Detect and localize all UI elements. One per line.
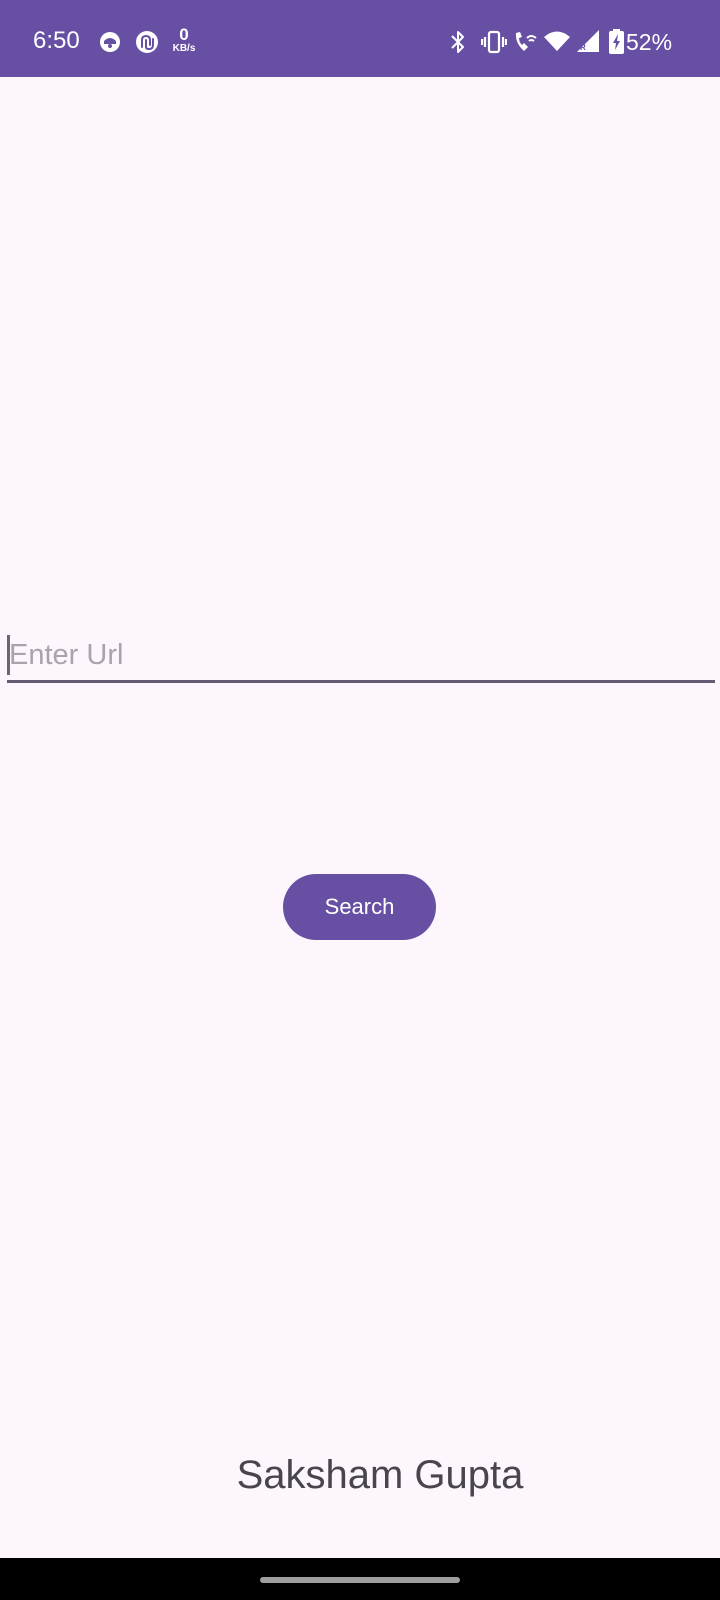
home-gesture-handle[interactable] [260, 1577, 460, 1583]
status-time: 6:50 [33, 27, 80, 54]
text-cursor [7, 635, 10, 675]
app-screen: 6:50 0 KB/s R 52% Enter Url Search Saksh… [0, 0, 720, 1600]
cellular-signal-icon: R [577, 30, 599, 52]
svg-text:R: R [580, 43, 586, 52]
wifi-calling-icon [515, 32, 537, 51]
network-speed-value: 0 [179, 25, 189, 44]
sync-app-icon [136, 31, 158, 53]
bluetooth-icon [451, 31, 464, 53]
battery-charging-icon [609, 29, 624, 54]
status-bar: 6:50 0 KB/s R 52% [0, 0, 720, 77]
network-speed-unit: KB/s [172, 43, 196, 54]
wifi-icon [544, 31, 570, 51]
battery-percent: 52% [626, 29, 673, 55]
notification-app-icon [100, 32, 120, 52]
vibrate-icon [481, 30, 507, 54]
navigation-bar [0, 1558, 720, 1600]
url-input[interactable] [7, 630, 715, 683]
author-name: Saksham Gupta [236, 1453, 524, 1497]
search-button[interactable]: Search [283, 874, 436, 940]
network-speed: 0 KB/s [170, 26, 198, 54]
